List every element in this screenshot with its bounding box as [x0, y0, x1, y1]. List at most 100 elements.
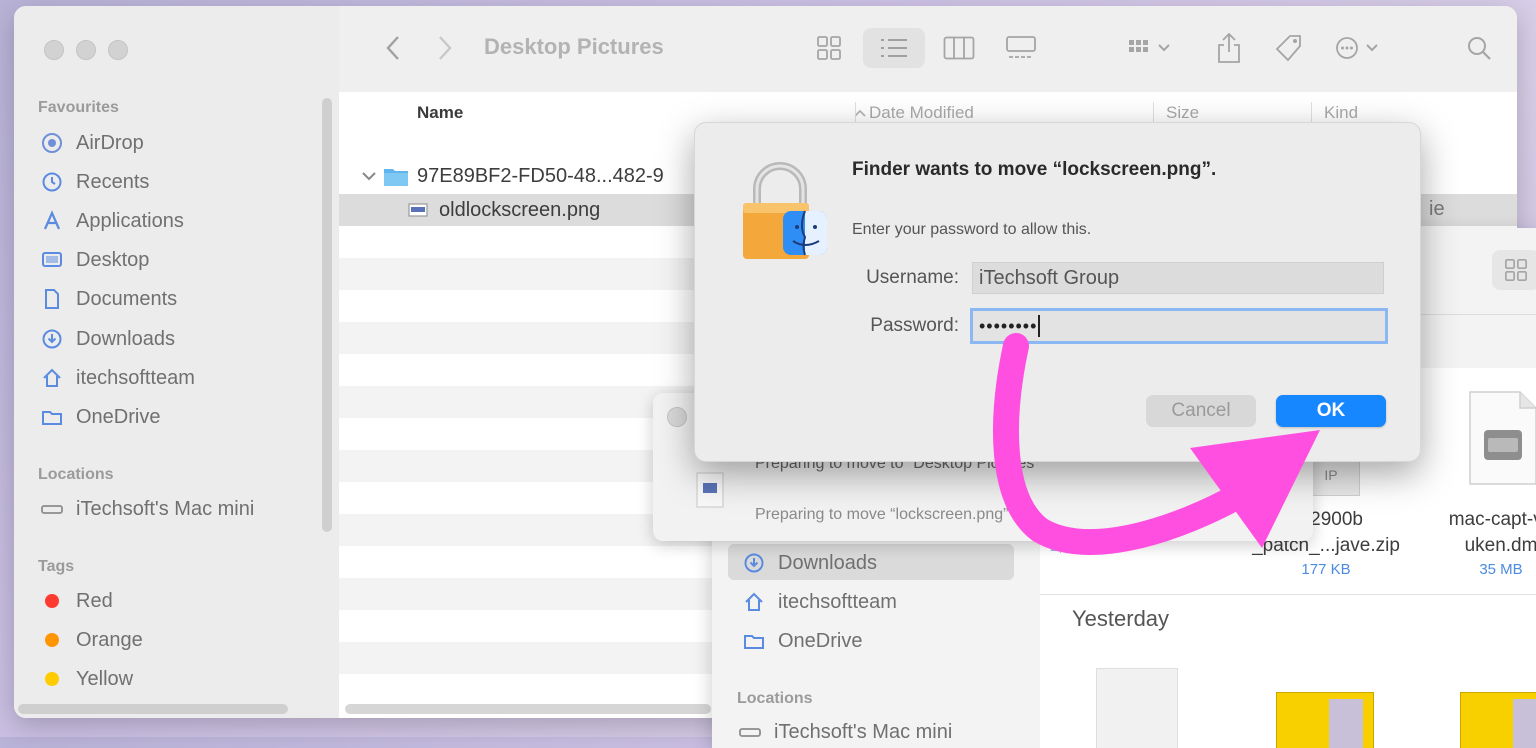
sidebar-item-desktop[interactable]: Desktop	[40, 245, 149, 275]
grid-icon	[817, 36, 841, 60]
gallery-view-button[interactable]	[999, 28, 1043, 68]
cancel-button[interactable]: Cancel	[1146, 395, 1256, 427]
tag-icon	[1275, 35, 1301, 62]
home-icon	[742, 590, 766, 614]
sidebar-item-label: iTechsoft's Mac mini	[774, 720, 953, 743]
list-icon	[881, 39, 907, 57]
disclosure-triangle-icon[interactable]	[361, 170, 377, 182]
section-header-yesterday: Yesterday	[1072, 606, 1170, 631]
sidebar-header-favourites: Favourites	[38, 99, 119, 116]
ellipsis-circle-icon	[1336, 37, 1378, 59]
search-button[interactable]	[1457, 28, 1501, 68]
forward-button[interactable]	[425, 28, 465, 68]
username-field[interactable]: iTechsoft Group	[972, 262, 1384, 294]
sidebar-item-documents[interactable]: Documents	[40, 284, 177, 314]
icon-view-button[interactable]	[807, 28, 851, 68]
finder-sidebar: Favourites AirDrop Recents Applications …	[14, 6, 340, 718]
row-name: 97E89BF2-FD50-48...482-9	[417, 164, 664, 187]
finder-lock-icon	[739, 159, 829, 259]
table-row[interactable]: oldlockscreen.png	[407, 194, 600, 226]
group-grid-icon	[1129, 40, 1170, 52]
chevron-right-icon	[439, 36, 452, 60]
sidebar-header-locations: Locations	[737, 690, 813, 707]
sidebar-item-recents[interactable]: Recents	[40, 167, 149, 197]
sidebar-item-label: itechsoftteam	[76, 366, 195, 389]
desktop-icon	[40, 248, 64, 272]
sidebar-item-tag-yellow[interactable]: Yellow	[40, 664, 133, 694]
progress-line-2: Preparing to move “lockscreen.png”	[755, 506, 1009, 523]
share-icon	[1218, 32, 1240, 63]
file-item[interactable]: mac-capt-v1 uken.dm 35 MB	[1416, 507, 1536, 581]
list-view-button[interactable]	[863, 28, 925, 68]
computer-icon	[738, 720, 762, 744]
password-field[interactable]: ••••••••	[970, 308, 1388, 344]
back-button[interactable]	[373, 28, 413, 68]
icon-view-button[interactable]	[1492, 250, 1536, 290]
close-window-button[interactable]	[667, 407, 687, 427]
share-button[interactable]	[1207, 28, 1251, 68]
sidebar-item-label: Downloads	[76, 327, 175, 350]
sidebar-item-label: OneDrive	[778, 629, 863, 652]
sidebar-horizontal-scrollbar[interactable]	[18, 704, 288, 714]
minimize-window-button[interactable]	[76, 40, 96, 60]
username-label: Username:	[866, 267, 959, 288]
more-actions-button[interactable]	[1329, 28, 1389, 68]
ok-button[interactable]: OK	[1276, 395, 1386, 427]
window-title: Desktop Pictures	[484, 34, 664, 59]
image-file-icon	[408, 203, 428, 217]
close-window-button[interactable]	[44, 40, 64, 60]
column-divider	[1153, 102, 1154, 124]
sidebar-item-label: Documents	[76, 287, 178, 310]
section-divider	[1040, 594, 1536, 595]
finder-toolbar: Desktop Pictures	[339, 6, 1517, 93]
sidebar-item-label: Orange	[76, 628, 143, 651]
download-icon	[40, 327, 64, 351]
sidebar-item-airdrop[interactable]: AirDrop	[40, 128, 144, 158]
search-icon	[1468, 37, 1491, 60]
sidebar-item-label: Downloads	[778, 551, 877, 574]
document-icon	[40, 287, 64, 311]
sidebar-item-label: Applications	[76, 209, 184, 232]
authentication-dialog: Finder wants to move “lockscreen.png”. E…	[694, 122, 1421, 462]
folder-icon	[40, 405, 64, 429]
column-divider	[855, 102, 856, 124]
document-thumbnail[interactable]	[1096, 668, 1178, 748]
group-by-button[interactable]	[1121, 28, 1181, 68]
sidebar-scrollbar[interactable]	[322, 98, 332, 532]
tag-button[interactable]	[1267, 28, 1311, 68]
tag-color-dot	[40, 667, 64, 691]
chevron-left-icon	[386, 36, 399, 60]
sidebar-item-tag-red[interactable]: Red	[40, 586, 113, 616]
list-horizontal-scrollbar[interactable]	[345, 704, 711, 714]
sidebar-item-downloads[interactable]: Downloads	[40, 324, 175, 354]
sidebar-item-itechsoftteam[interactable]: itechsoftteam	[742, 587, 897, 617]
sidebar-item-mac-mini[interactable]: iTechsoft's Mac mini	[40, 494, 254, 524]
row-kind-partial: ie	[1429, 198, 1445, 220]
gallery-icon	[1006, 36, 1036, 58]
dialog-subtitle: Enter your password to allow this.	[852, 221, 1092, 238]
grid-icon	[1505, 259, 1527, 281]
sidebar-item-label: AirDrop	[76, 131, 144, 154]
zoom-window-button[interactable]	[108, 40, 128, 60]
applications-icon	[40, 209, 64, 233]
sidebar-item-itechsoftteam[interactable]: itechsoftteam	[40, 363, 195, 393]
disk-image-icon[interactable]	[1466, 390, 1536, 486]
column-view-button[interactable]	[937, 28, 981, 68]
sidebar-header-locations: Locations	[38, 466, 114, 483]
row-name: oldlockscreen.png	[439, 198, 601, 221]
image-thumbnail[interactable]	[1276, 692, 1374, 748]
sidebar-item-onedrive[interactable]: OneDrive	[40, 402, 160, 432]
sidebar-item-tag-orange[interactable]: Orange	[40, 625, 143, 655]
sidebar-item-mac-mini[interactable]: iTechsoft's Mac mini	[738, 717, 952, 747]
sidebar-item-label: iTechsoft's Mac mini	[76, 497, 255, 520]
folder-icon	[742, 629, 766, 653]
columns-icon	[943, 36, 975, 60]
sidebar-item-applications[interactable]: Applications	[40, 206, 184, 236]
sidebar-item-label: Red	[76, 589, 113, 612]
text-cursor	[1038, 315, 1041, 337]
tag-color-dot	[40, 589, 64, 613]
sidebar-item-downloads[interactable]: Downloads	[742, 548, 877, 578]
image-thumbnail[interactable]	[1460, 692, 1536, 748]
sidebar-item-onedrive[interactable]: OneDrive	[742, 626, 862, 656]
table-row[interactable]: 97E89BF2-FD50-48...482-9	[361, 160, 664, 192]
